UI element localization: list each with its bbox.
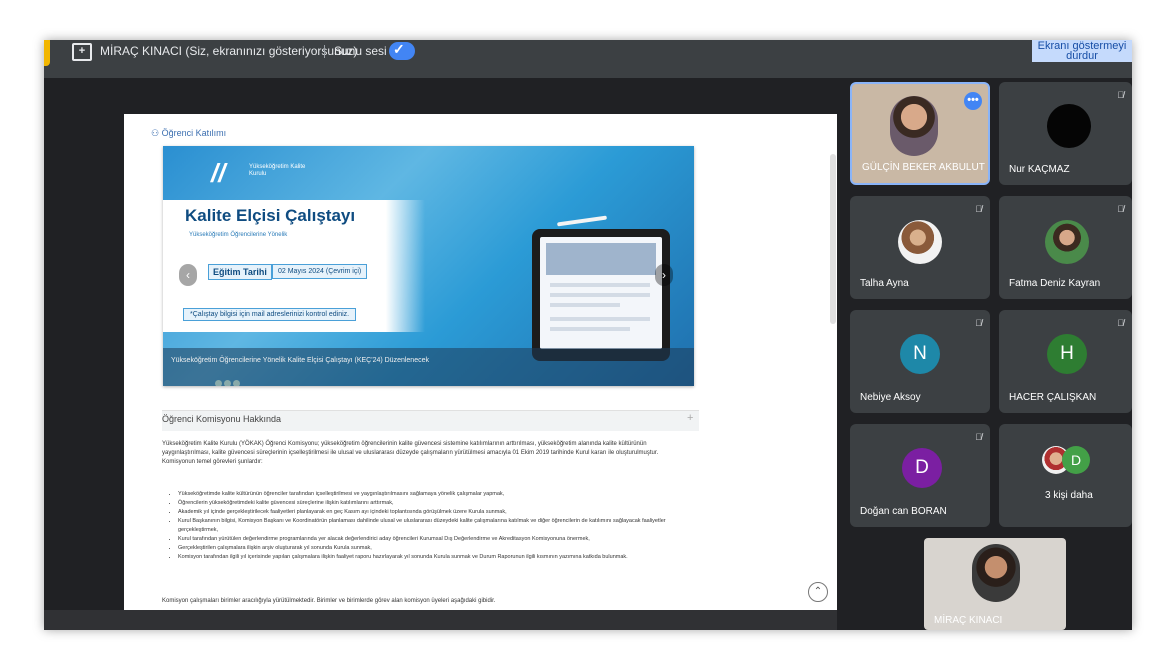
screen-row [550, 283, 650, 287]
presentation-bar: + MİRAÇ KINACI (Siz, ekranınızı gösteriy… [44, 40, 1132, 78]
mic-off-icon: 🎙̸ [975, 432, 982, 442]
screen-row [550, 327, 630, 331]
participant-photo [898, 220, 942, 264]
duties-list: Yükseköğretimde kalite kültürünün öğrenc… [168, 490, 688, 562]
mic-off-icon: 🎙̸ [1117, 90, 1124, 100]
participant-tile[interactable]: N 🎙̸ Nebiye Aksoy [850, 310, 990, 413]
banner-org: Yükseköğretim Kalite Kurulu [249, 164, 306, 177]
participant-name: Doğan can BORAN [860, 506, 947, 517]
participant-name: Talha Ayna [860, 278, 909, 289]
bar-accent [44, 40, 50, 66]
list-item: Akademik yıl içinde gerçekleştirilecek f… [178, 508, 688, 517]
users-icon: ⚇ [151, 128, 162, 138]
stylus-image [556, 215, 608, 227]
participant-avatar [1047, 104, 1091, 148]
participant-tile[interactable]: 🎙̸ Nur KAÇMAZ [999, 82, 1132, 185]
list-item: Kurul Başkanının bilgisi, Komisyon Başka… [178, 517, 688, 535]
accordion-title[interactable]: Öğrenci Komisyonu Hakkında [162, 414, 281, 424]
participant-photo [1045, 220, 1089, 264]
banner-date-label: Eğitim Tarihi [208, 264, 272, 280]
presentation-audio-toggle[interactable]: ✓ [389, 41, 415, 60]
stop-presenting-button[interactable]: Ekranı göstermeyi durdur [1032, 40, 1132, 62]
participant-tile[interactable]: 🎙̸ Talha Ayna [850, 196, 990, 299]
self-video [972, 544, 1020, 602]
participant-avatar: H [1047, 334, 1087, 374]
participant-avatar: N [900, 334, 940, 374]
list-item: Öğrencilerin yükseköğretimdeki kalite gü… [178, 499, 688, 508]
screen-row [550, 317, 650, 321]
list-item: Komisyon tarafından ilgili yıl içerisind… [178, 553, 688, 562]
carousel-next-button[interactable]: › [655, 264, 673, 286]
meet-window: + MİRAÇ KINACI (Siz, ekranınızı gösteriy… [44, 40, 1132, 630]
list-item: Yükseköğretimde kalite kültürünün öğrenc… [178, 490, 688, 499]
banner-title: Kalite Elçisi Çalıştayı [185, 206, 356, 225]
presenting-status: MİRAÇ KINACI (Siz, ekranınızı gösteriyor… [100, 44, 358, 58]
mic-off-icon: 🎙̸ [975, 318, 982, 328]
tablet-image [532, 229, 670, 361]
others-count: 3 kişi daha [1045, 490, 1093, 501]
participant-name: Nebiye Aksoy [860, 392, 921, 403]
banner-note: *Çalıştay bilgisi için mail adresleriniz… [183, 308, 357, 321]
self-name: MİRAÇ KINACI [934, 615, 1003, 626]
yokak-logo-icon: // [211, 158, 226, 188]
scroll-up-button[interactable]: ⌃ [808, 582, 828, 602]
banner-subtitle: Yükseköğretim Öğrencilerine Yönelik [189, 232, 288, 238]
shared-screen: ⚇ Öğrenci Katılımı // Yükseköğretim Kali… [124, 114, 837, 610]
scrollbar[interactable] [830, 154, 836, 324]
presentation-audio-label: Sunu sesi [334, 44, 387, 58]
participant-name: Fatma Deniz Kayran [1009, 278, 1101, 289]
participant-name: Nur KAÇMAZ [1009, 164, 1070, 175]
carousel-dots[interactable] [215, 374, 242, 386]
banner-date-value: 02 Mayıs 2024 (Çevrim içi) [272, 264, 368, 279]
screen-row [550, 293, 650, 297]
participant-tile[interactable]: D 🎙̸ Doğan can BORAN [850, 424, 990, 527]
bottom-strip [44, 610, 837, 630]
participant-avatar: D [902, 448, 942, 488]
participant-tile[interactable]: ••• GÜLÇİN BEKER AKBULUT [850, 82, 990, 185]
self-view-tile[interactable]: MİRAÇ KINACI [924, 538, 1066, 630]
participant-photo [890, 96, 938, 156]
list-item: Kurul tarafından yürütülen değerlendirme… [178, 535, 688, 544]
participant-tile[interactable]: 🎙̸ Fatma Deniz Kayran [999, 196, 1132, 299]
screen-row [550, 303, 620, 307]
participant-avatar: D [1062, 446, 1090, 474]
check-icon: ✓ [393, 41, 405, 57]
plus-icon[interactable]: + [687, 412, 693, 424]
footer-text: Komisyon çalışmaları birimler aracılığıy… [162, 598, 496, 604]
tablet-screen [540, 237, 662, 349]
screen-hero [546, 243, 656, 275]
participant-name: HACER ÇALIŞKAN [1009, 392, 1097, 403]
carousel-prev-button[interactable]: ‹ [179, 264, 197, 286]
banner-caption-bar: Yükseköğretim Öğrencilerine Yönelik Kali… [163, 348, 694, 386]
list-item: Gerçekleştirilen çalışmalara ilişkin arş… [178, 544, 688, 553]
more-options-icon[interactable]: ••• [964, 92, 982, 110]
announcement-banner[interactable]: // Yükseköğretim Kalite Kurulu Kalite El… [163, 146, 694, 386]
mic-off-icon: 🎙̸ [1117, 318, 1124, 328]
present-icon: + [72, 43, 92, 61]
mic-off-icon: 🎙̸ [975, 204, 982, 214]
banner-caption: Yükseköğretim Öğrencilerine Yönelik Kali… [171, 357, 429, 364]
mic-off-icon: 🎙̸ [1117, 204, 1124, 214]
section-title: ⚇ Öğrenci Katılımı [151, 128, 227, 138]
participant-name: GÜLÇİN BEKER AKBULUT [862, 162, 985, 173]
intro-paragraph: Yükseköğretim Kalite Kurulu (YÖKAK) Öğre… [162, 441, 659, 465]
divider [324, 45, 325, 58]
more-participants-tile[interactable]: D 3 kişi daha [999, 424, 1132, 527]
participant-tile[interactable]: H 🎙̸ HACER ÇALIŞKAN [999, 310, 1132, 413]
